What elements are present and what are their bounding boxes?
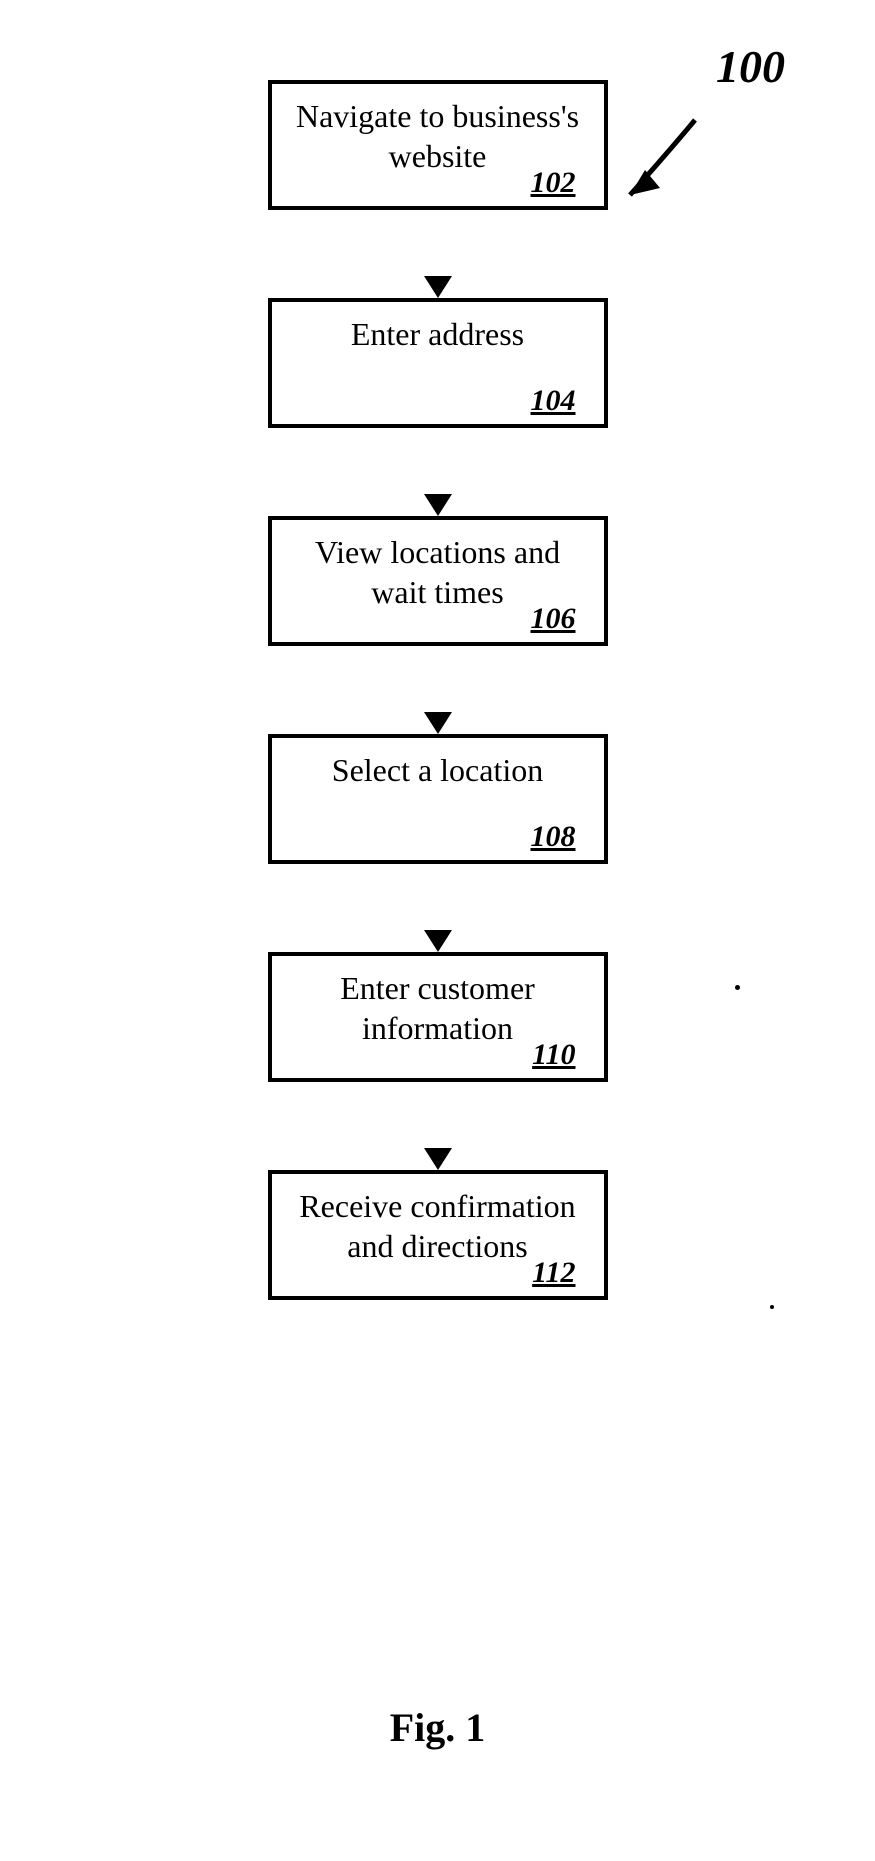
step-number: 112 <box>532 1256 575 1290</box>
step-enter-customer-info: Enter customer information 110 <box>268 952 608 1082</box>
step-select-location: Select a location 108 <box>268 734 608 864</box>
step-number: 106 <box>531 602 576 636</box>
step-number: 110 <box>532 1038 575 1072</box>
step-receive-confirmation: Receive confirmation and directions 112 <box>268 1170 608 1300</box>
step-number: 102 <box>531 166 576 200</box>
reference-label: 100 <box>716 40 785 93</box>
reference-arrow <box>600 110 710 225</box>
figure-caption: Fig. 1 <box>390 1704 486 1751</box>
flowchart: Navigate to business's website 102 Enter… <box>268 80 608 1300</box>
step-enter-address: Enter address 104 <box>268 298 608 428</box>
step-view-locations: View locations and wait times 106 <box>268 516 608 646</box>
dot-icon <box>735 985 740 990</box>
step-number: 104 <box>531 384 576 418</box>
step-navigate: Navigate to business's website 102 <box>268 80 608 210</box>
step-number: 108 <box>531 820 576 854</box>
dot-icon <box>770 1305 774 1309</box>
